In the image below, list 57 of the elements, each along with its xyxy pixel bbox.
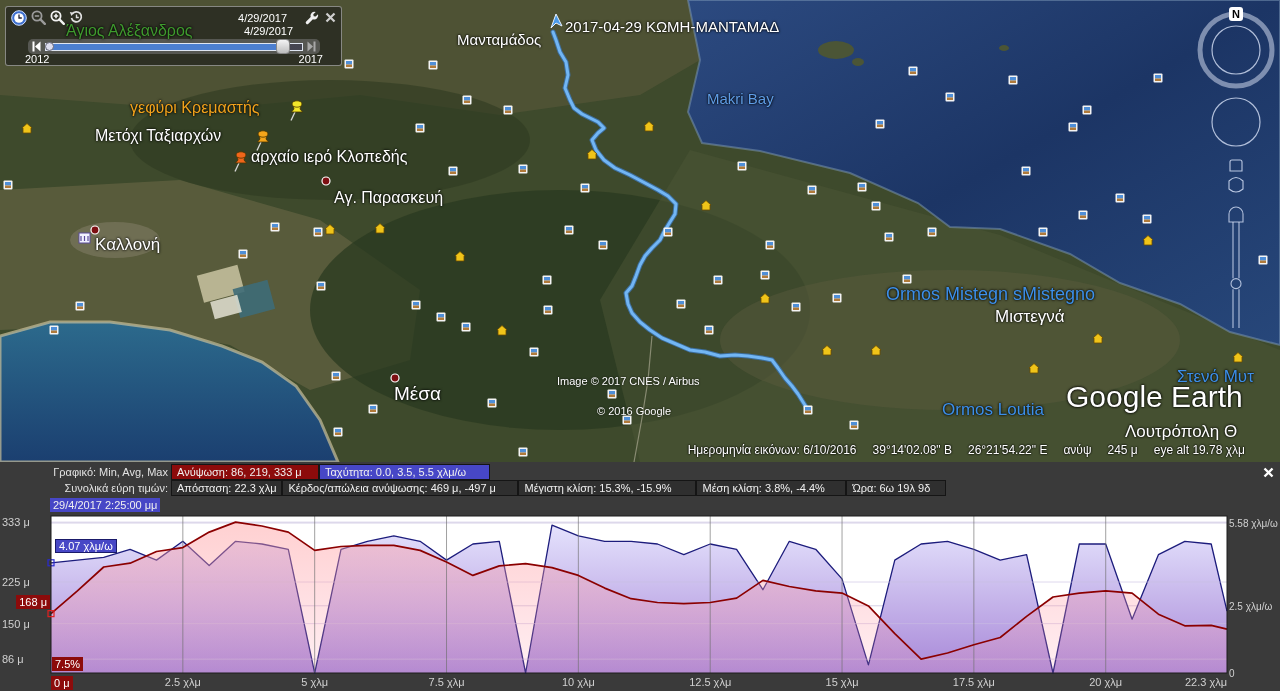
map-label: Μιστεγνά [995,308,1065,327]
map-label: Καλλονή [95,236,161,255]
time-readout: 29/4/2017 2:25:00 μμ [50,498,160,512]
stat-value: Κέρδος/απώλεια ανύψωσης: 469 μ, -497 μ [282,480,519,496]
stat-value: Ώρα: 6ω 19λ 9δ [846,480,947,496]
attribution-text: © 2016 Google [597,405,672,419]
north-label: N [1229,7,1243,21]
distance-readout: 0 μ [51,676,73,690]
x-axis-label: 22.3 χλμ [1184,676,1227,688]
x-axis-label: 20 χλμ [1089,676,1123,688]
elevation-summary: Ανύψωση: 86, 219, 333 μ [171,464,319,480]
y-axis-label: 333 μ [2,516,30,529]
speed-axis-label: 0 [1229,668,1235,679]
map-label: Makri Bay [707,91,774,108]
map-label: Μετόχι Ταξιαρχών [95,127,222,145]
map-label: Αγ. Παρασκευή [334,189,444,207]
elevation-readout: 168 μ [16,594,50,609]
map-label: Ormos Loutia [942,401,1045,420]
y-axis-label: 225 μ [2,576,30,588]
x-axis-label: 12.5 χλμ [689,676,732,688]
status-text: 26°21'54.22" Ε [967,443,1048,458]
year-label: 2012 [25,54,50,65]
chart-legend-label: Γραφικό: Min, Avg, Max [52,465,169,480]
map-label: αρχαίο ιερό Κλοπεδής [251,148,408,166]
date-label: 4/29/2017 [238,12,288,25]
x-axis-label: 2.5 χλμ [164,676,201,688]
map-label: Ormos Mistegn sMistegno [886,285,1096,305]
status-text: ανύψ [1063,443,1092,458]
status-text: 39°14'02.08" Β [872,443,952,458]
totals-label: Συνολικά εύρη τιμών: [63,481,169,496]
status-text: 245 μ [1107,443,1138,458]
status-text: Ημερομηνία εικόνων: 6/10/2016 [687,443,857,458]
map-label: Στενό Μυτ [1177,368,1254,386]
map-label: Άγιος Αλέξανδρος [66,23,193,39]
speed-axis-label: 2.5 χλμ/ω [1229,600,1273,612]
map-label: Μέσα [394,384,441,405]
y-axis-label: 150 μ [2,617,30,630]
map-label: Μανταμάδος [457,32,542,49]
x-axis-label: 15 χλμ [825,676,859,688]
stat-value: Μέση κλίση: 3.8%, -4.4% [696,480,847,496]
map-label: 2017-04-29 ΚΩΜΗ-ΜΑΝΤΑΜΑΔ [565,19,780,36]
x-axis-label: 10 χλμ [561,676,595,688]
speed-axis-label: 5.58 χλμ/ω [1229,518,1278,529]
map-label: γεφύρι Κρεμαστής [130,99,260,117]
y-axis-label: 86 μ [2,653,24,666]
stat-value: Απόσταση: 22.3 χλμ [171,480,283,496]
date-label: 4/29/2017 [243,25,293,38]
x-axis-label: 7.5 χλμ [428,676,465,688]
speed-summary: Ταχύτητα: 0.0, 3.5, 5.5 χλμ/ω [319,464,490,480]
x-axis-label: 17.5 χλμ [952,676,995,688]
x-axis-label: 5 χλμ [301,676,329,688]
slope-readout: 7.5% [52,657,84,671]
stat-value: Μέγιστη κλίση: 15.3%, -15.9% [518,480,697,496]
map-label: Λουτρόπολη Θ [1125,423,1238,442]
attribution-text: Image © 2017 CNES / Airbus [557,375,700,389]
status-text: eye alt 19.78 χλμ [1153,443,1245,458]
year-label: 2017 [298,54,323,65]
